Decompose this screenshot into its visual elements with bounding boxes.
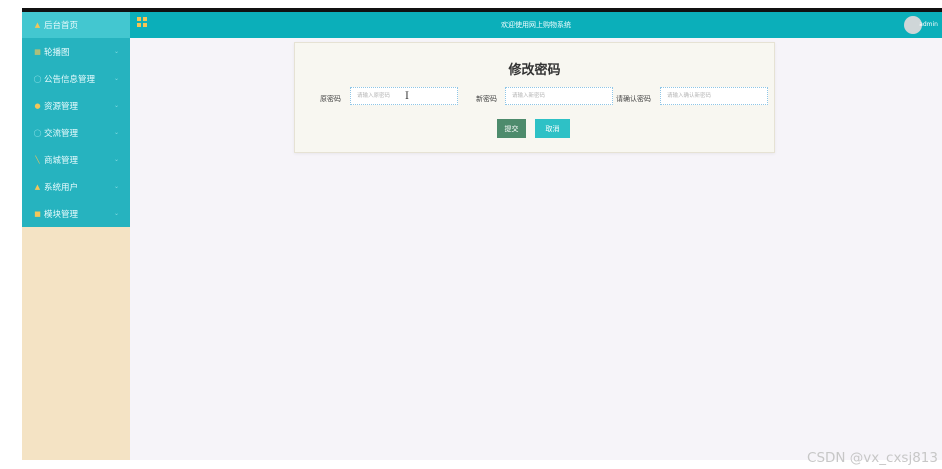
submit-button[interactable]: 提交	[497, 119, 526, 138]
module-icon: ■	[34, 209, 41, 218]
sidebar-item-label: 交流管理	[44, 128, 79, 139]
confirm-password-label: 请确认密码	[616, 95, 651, 103]
sidebar-item-label: 公告信息管理	[44, 74, 96, 85]
cart-icon: ╲	[35, 155, 40, 164]
app-container: ▲ 后台首页 ▦ 轮播图 ⌄ ◯ 公告信息管理 ⌄ ● 资源管理 ⌄ ◯ 交流管…	[22, 12, 942, 460]
top-header: 欢迎使用网上购物系统 admin	[130, 12, 942, 38]
sidebar-item-home[interactable]: ▲ 后台首页	[22, 12, 130, 38]
username[interactable]: admin	[919, 12, 938, 38]
chevron-down-icon: ⌄	[113, 75, 119, 82]
sidebar-item-system-users[interactable]: ▲ 系统用户 ⌄	[22, 173, 130, 200]
watermark: CSDN @vx_cxsj813	[807, 450, 938, 466]
new-password-label: 新密码	[476, 95, 497, 103]
home-icon: ▲	[34, 21, 41, 29]
page-title: 修改密码	[508, 63, 561, 78]
chevron-down-icon: ⌄	[113, 156, 119, 163]
sidebar-item-module-management[interactable]: ■ 模块管理 ⌄	[22, 200, 130, 227]
site-title: 欢迎使用网上购物系统	[501, 21, 571, 29]
sidebar-item-label: 后台首页	[44, 21, 79, 31]
chevron-down-icon: ⌄	[113, 210, 119, 217]
sidebar-item-resource-management[interactable]: ● 资源管理 ⌄	[22, 92, 130, 119]
sidebar: ▲ 后台首页 ▦ 轮播图 ⌄ ◯ 公告信息管理 ⌄ ● 资源管理 ⌄ ◯ 交流管…	[22, 12, 130, 460]
chevron-down-icon: ⌄	[113, 48, 119, 55]
chat-icon: ◯	[33, 128, 42, 137]
chevron-down-icon: ⌄	[113, 102, 119, 109]
confirm-password-input[interactable]	[660, 87, 768, 105]
sidebar-item-communication-management[interactable]: ◯ 交流管理 ⌄	[22, 119, 130, 146]
sidebar-item-label: 系统用户	[44, 182, 79, 193]
user-icon: ▲	[34, 182, 41, 191]
sidebar-item-carousel[interactable]: ▦ 轮播图 ⌄	[22, 38, 130, 65]
notice-icon: ◯	[33, 74, 42, 83]
sidebar-item-mall-management[interactable]: ╲ 商城管理 ⌄	[22, 146, 130, 173]
resource-icon: ●	[34, 101, 41, 110]
chevron-down-icon: ⌄	[113, 183, 119, 190]
old-password-label: 原密码	[320, 95, 341, 103]
sidebar-item-label: 商城管理	[44, 155, 79, 166]
new-password-input[interactable]	[505, 87, 613, 105]
picture-icon: ▦	[34, 47, 41, 56]
cancel-button[interactable]: 取消	[535, 119, 570, 138]
sidebar-item-label: 模块管理	[44, 209, 79, 220]
sidebar-menu: ▲ 后台首页 ▦ 轮播图 ⌄ ◯ 公告信息管理 ⌄ ● 资源管理 ⌄ ◯ 交流管…	[22, 12, 130, 227]
change-password-card: 修改密码 原密码 I 新密码 请确认密码 提交 取消	[294, 42, 775, 153]
sidebar-item-label: 轮播图	[44, 47, 70, 58]
menu-toggle-grid-icon[interactable]	[137, 17, 147, 27]
text-cursor-icon: I	[405, 91, 409, 102]
sidebar-item-notice-management[interactable]: ◯ 公告信息管理 ⌄	[22, 65, 130, 92]
sidebar-item-label: 资源管理	[44, 101, 79, 112]
chevron-down-icon: ⌄	[113, 129, 119, 136]
old-password-input[interactable]	[350, 87, 458, 105]
main-content: 修改密码 原密码 I 新密码 请确认密码 提交 取消	[130, 38, 942, 460]
